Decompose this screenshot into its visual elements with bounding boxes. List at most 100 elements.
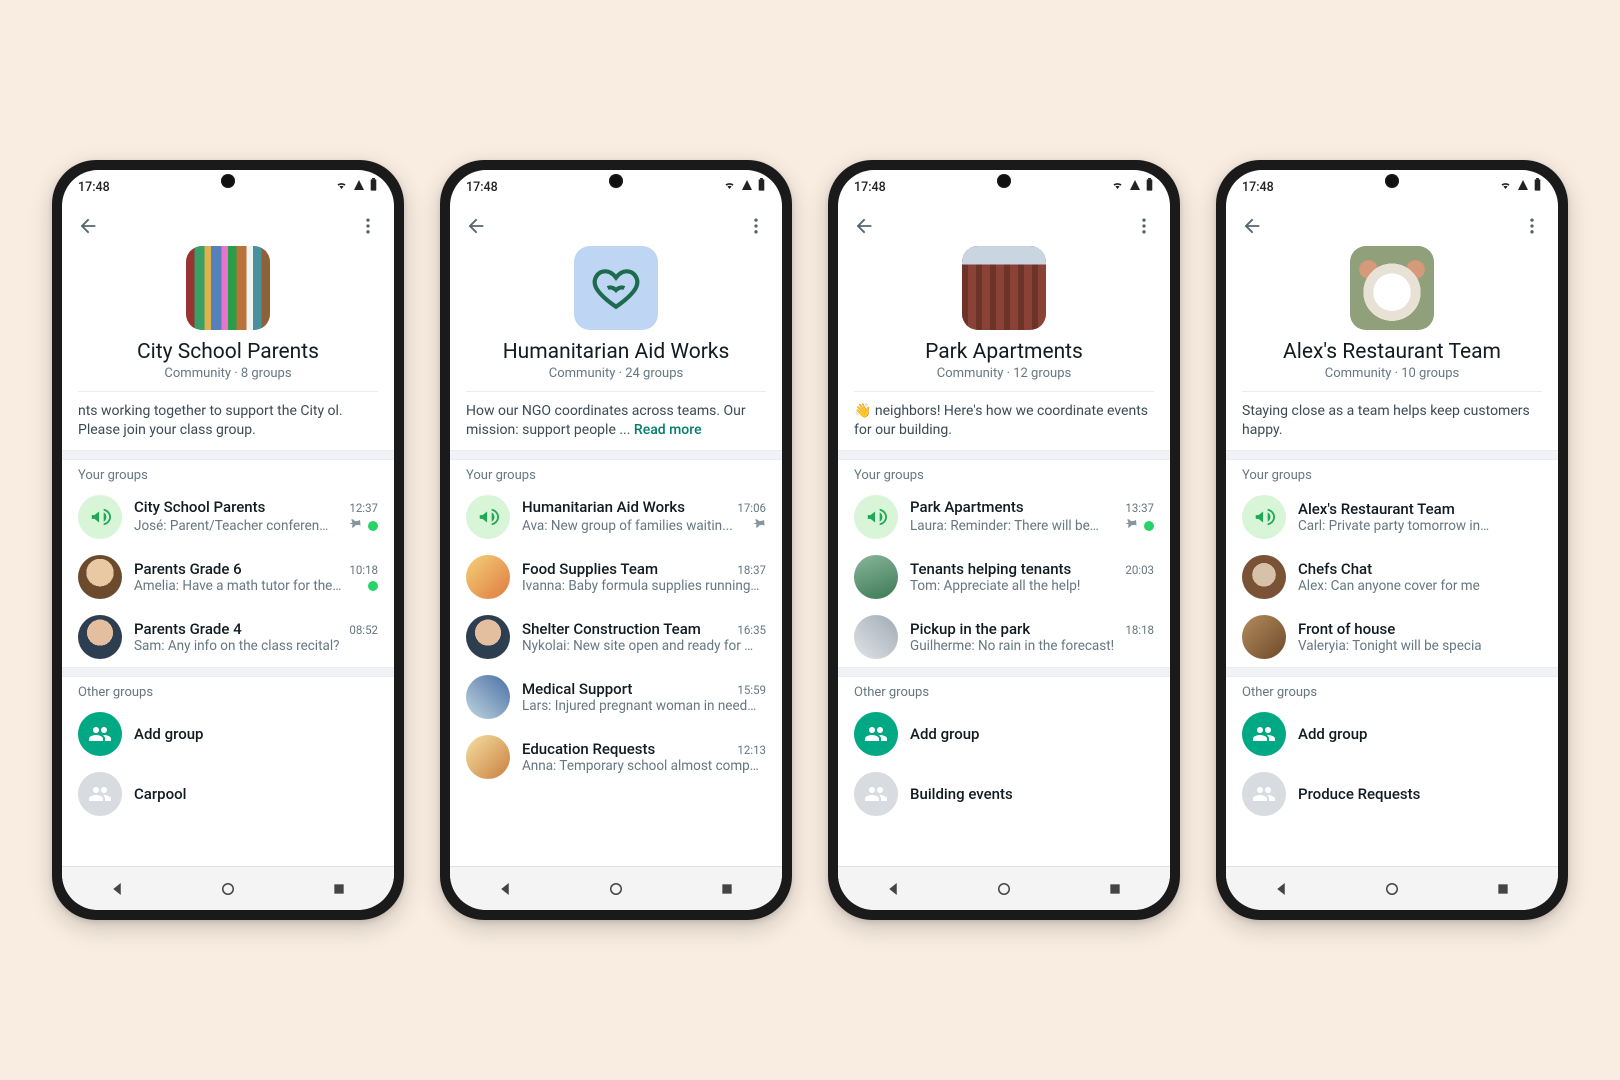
community-subtitle: Community · 24 groups (462, 366, 770, 381)
group-last-message: Sam: Any info on the class recital? (134, 638, 340, 654)
more-button[interactable] (736, 206, 776, 246)
nav-recent-button[interactable] (705, 867, 749, 911)
back-button[interactable] (68, 206, 108, 246)
add-group-button[interactable]: Add group (838, 704, 1170, 764)
group-avatar (78, 615, 122, 659)
megaphone-icon (466, 495, 510, 539)
group-name: Shelter Construction Team (522, 620, 701, 638)
group-last-message: Amelia: Have a math tutor for the… (134, 578, 341, 594)
group-row[interactable]: Front of house Valeryia: Tonight will be… (1226, 607, 1558, 667)
megaphone-icon (1242, 495, 1286, 539)
nav-back-button[interactable] (95, 867, 139, 911)
section-your-groups: Your groups (1226, 460, 1558, 487)
group-last-message: José: Parent/Teacher conferen… (134, 518, 328, 534)
group-row[interactable]: Park Apartments13:37 Laura: Reminder: Th… (838, 487, 1170, 547)
group-avatar (854, 555, 898, 599)
nav-home-button[interactable] (206, 867, 250, 911)
group-last-message: Ivanna: Baby formula supplies running … (522, 578, 760, 594)
community-image[interactable] (962, 246, 1046, 330)
android-navbar (1226, 866, 1558, 910)
add-group-label: Add group (910, 725, 1154, 743)
nav-home-button[interactable] (594, 867, 638, 911)
add-group-icon (1242, 712, 1286, 756)
more-button[interactable] (1512, 206, 1552, 246)
group-name: Education Requests (522, 740, 655, 758)
unread-badge (368, 521, 378, 531)
group-row[interactable]: Tenants helping tenants20:03 Tom: Apprec… (838, 547, 1170, 607)
group-last-message: Carl: Private party tomorrow in… (1298, 518, 1489, 534)
community-title: Park Apartments (850, 340, 1158, 364)
group-time: 18:37 (737, 563, 766, 577)
group-time: 12:13 (737, 743, 766, 757)
group-name: Chefs Chat (1298, 560, 1372, 578)
signal-icon (352, 179, 366, 195)
more-button[interactable] (1124, 206, 1164, 246)
group-row[interactable]: Chefs Chat Alex: Can anyone cover for me (1226, 547, 1558, 607)
battery-icon (757, 178, 766, 196)
group-time: 20:03 (1125, 563, 1154, 577)
group-row[interactable]: Parents Grade 610:18 Amelia: Have a math… (62, 547, 394, 607)
group-row[interactable]: Parents Grade 408:52 Sam: Any info on th… (62, 607, 394, 667)
group-name: Parents Grade 4 (134, 620, 242, 638)
section-your-groups: Your groups (450, 460, 782, 487)
group-row[interactable]: Shelter Construction Team16:35 Nykolai: … (450, 607, 782, 667)
back-button[interactable] (1232, 206, 1272, 246)
group-row[interactable]: Building events (838, 764, 1170, 824)
status-icons (722, 178, 766, 196)
read-more-link[interactable]: Read more (634, 422, 702, 438)
nav-recent-button[interactable] (1481, 867, 1525, 911)
wifi-icon (334, 179, 349, 195)
group-row[interactable]: Medical Support15:59 Lars: Injured pregn… (450, 667, 782, 727)
group-row[interactable]: Pickup in the park18:18 Guilherme: No ra… (838, 607, 1170, 667)
group-row[interactable]: Humanitarian Aid Works17:06 Ava: New gro… (450, 487, 782, 547)
group-time: 13:37 (1125, 501, 1154, 515)
group-name: Alex's Restaurant Team (1298, 500, 1455, 518)
back-button[interactable] (844, 206, 884, 246)
group-avatar (466, 735, 510, 779)
group-row[interactable]: Food Supplies Team18:37 Ivanna: Baby for… (450, 547, 782, 607)
group-row[interactable]: Produce Requests (1226, 764, 1558, 824)
community-image[interactable] (574, 246, 658, 330)
back-button[interactable] (456, 206, 496, 246)
group-time: 10:18 (349, 563, 378, 577)
group-name: Building events (910, 785, 1154, 803)
community-description: nts working together to support the City… (62, 392, 394, 450)
group-row[interactable]: Carpool (62, 764, 394, 824)
community-subtitle: Community · 10 groups (1238, 366, 1546, 381)
battery-icon (369, 178, 378, 196)
nav-home-button[interactable] (1370, 867, 1414, 911)
add-group-button[interactable]: Add group (62, 704, 394, 764)
group-avatar (466, 615, 510, 659)
group-row[interactable]: Education Requests12:13 Anna: Temporary … (450, 727, 782, 787)
status-time: 17:48 (78, 180, 110, 195)
nav-recent-button[interactable] (317, 867, 361, 911)
add-group-icon (78, 712, 122, 756)
wifi-icon (1498, 179, 1513, 195)
group-name: Front of house (1298, 620, 1395, 638)
nav-recent-button[interactable] (1093, 867, 1137, 911)
nav-back-button[interactable] (871, 867, 915, 911)
group-last-message: Nykolai: New site open and ready for … (522, 638, 753, 654)
nav-home-button[interactable] (982, 867, 1026, 911)
more-button[interactable] (348, 206, 388, 246)
group-last-message: Valeryia: Tonight will be specia (1298, 638, 1482, 654)
community-image[interactable] (186, 246, 270, 330)
group-time: 15:59 (737, 683, 766, 697)
pin-icon (1124, 516, 1138, 535)
group-row[interactable]: City School Parents12:37 José: Parent/Te… (62, 487, 394, 547)
status-icons (334, 178, 378, 196)
unread-badge (1144, 521, 1154, 531)
pin-icon (752, 516, 766, 535)
group-time: 17:06 (737, 501, 766, 515)
group-avatar (854, 615, 898, 659)
group-name: Humanitarian Aid Works (522, 498, 685, 516)
community-image[interactable] (1350, 246, 1434, 330)
group-avatar (1242, 615, 1286, 659)
add-group-button[interactable]: Add group (1226, 704, 1558, 764)
section-your-groups: Your groups (62, 460, 394, 487)
group-row[interactable]: Alex's Restaurant Team Carl: Private par… (1226, 487, 1558, 547)
group-last-message: Guilherme: No rain in the forecast! (910, 638, 1114, 654)
android-navbar (450, 866, 782, 910)
nav-back-button[interactable] (483, 867, 527, 911)
nav-back-button[interactable] (1259, 867, 1303, 911)
